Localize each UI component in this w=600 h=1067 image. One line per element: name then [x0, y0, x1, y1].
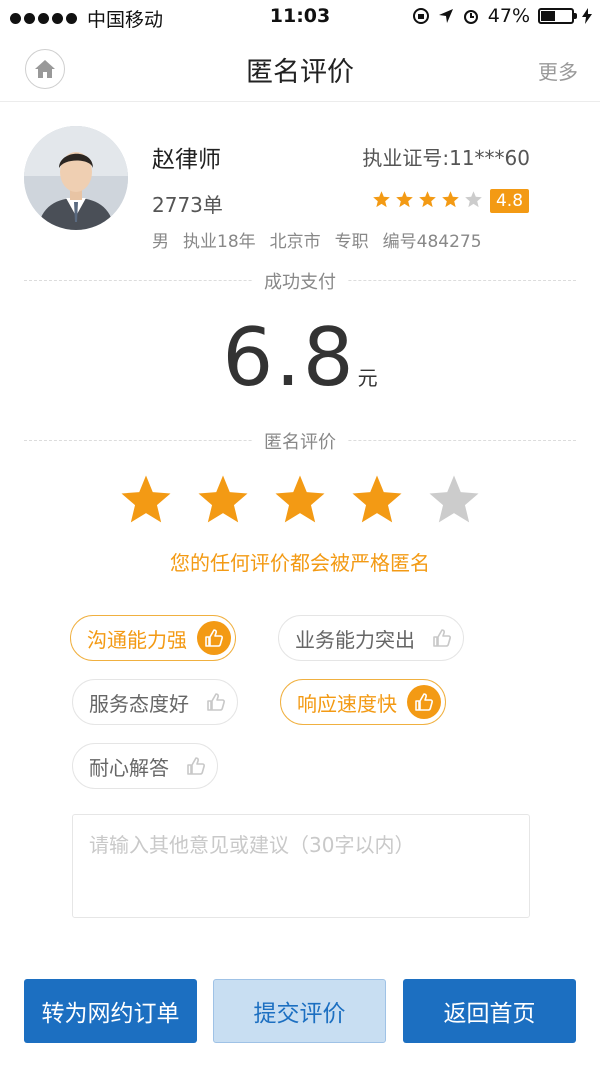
- anonymous-note: 您的任何评价都会被严格匿名: [170, 551, 430, 575]
- review-label: 匿名评价: [252, 428, 348, 454]
- more-button[interactable]: 更多: [538, 56, 578, 85]
- thumbs-up-icon: [179, 749, 213, 783]
- convert-order-button[interactable]: 转为网约订单: [24, 979, 197, 1043]
- status-bar: 中国移动 11:03 47%: [0, 0, 600, 34]
- tag-label: 业务能力突出: [295, 627, 415, 652]
- tag-expertise[interactable]: 业务能力突出: [278, 615, 464, 661]
- star-icon: [275, 475, 325, 523]
- amount-value: 6.8: [222, 311, 356, 404]
- tag-label: 耐心解答: [89, 755, 169, 780]
- charging-icon: [582, 8, 592, 24]
- lawyer-meta: 男 执业18年 北京市 专职 编号484275: [152, 227, 482, 252]
- tag-response-speed[interactable]: 响应速度快: [280, 679, 446, 725]
- star-icon: [429, 475, 479, 523]
- tag-communication[interactable]: 沟通能力强: [70, 615, 236, 661]
- payment-label: 成功支付: [252, 268, 348, 294]
- review-star-3[interactable]: [272, 472, 328, 528]
- lawyer-name: 赵律师: [152, 147, 221, 173]
- tag-patience[interactable]: 耐心解答: [72, 743, 218, 789]
- order-count: 2773单: [152, 193, 223, 217]
- star-icon: [198, 475, 248, 523]
- submit-review-button[interactable]: 提交评价: [213, 979, 386, 1043]
- review-star-selector: [118, 472, 482, 528]
- meta-id: 编号484275: [382, 232, 482, 252]
- payment-divider: 成功支付: [24, 268, 576, 294]
- location-icon: [438, 9, 453, 23]
- lawyer-rating-stars: [372, 190, 483, 209]
- lawyer-avatar: [24, 126, 128, 230]
- star-icon: [465, 191, 482, 208]
- license-number: 执业证号:11***60: [362, 146, 530, 170]
- tag-label: 沟通能力强: [87, 627, 187, 652]
- feedback-input[interactable]: [72, 814, 530, 918]
- tag-service-attitude[interactable]: 服务态度好: [72, 679, 238, 725]
- amount-unit: 元: [357, 366, 378, 390]
- meta-experience: 执业18年: [183, 232, 256, 252]
- star-icon: [419, 191, 436, 208]
- star-icon: [352, 475, 402, 523]
- battery-percent: 47%: [487, 5, 530, 27]
- battery-icon: [538, 8, 577, 24]
- rating-badge: 4.8: [490, 189, 529, 213]
- back-home-button[interactable]: 返回首页: [403, 979, 576, 1043]
- meta-gender: 男: [152, 232, 169, 252]
- star-icon: [442, 191, 459, 208]
- thumbs-up-icon: [425, 621, 459, 655]
- review-star-1[interactable]: [118, 472, 174, 528]
- meta-type: 专职: [334, 232, 369, 252]
- review-star-5[interactable]: [426, 472, 482, 528]
- rotation-lock-icon: [412, 8, 429, 24]
- payment-amount: 6.8 元: [0, 318, 600, 398]
- review-divider: 匿名评价: [24, 428, 576, 454]
- page-title: 匿名评价: [246, 57, 354, 88]
- review-star-2[interactable]: [195, 472, 251, 528]
- tag-label: 响应速度快: [297, 691, 397, 716]
- star-icon: [121, 475, 171, 523]
- alarm-icon: [463, 10, 478, 24]
- nav-bar: 匿名评价 更多: [0, 34, 600, 102]
- tag-label: 服务态度好: [89, 691, 189, 716]
- meta-city: 北京市: [269, 232, 321, 252]
- star-icon: [396, 191, 413, 208]
- thumbs-up-icon: [199, 685, 233, 719]
- review-star-4[interactable]: [349, 472, 405, 528]
- thumbs-up-icon: [197, 621, 231, 655]
- status-right: 47%: [412, 5, 592, 27]
- thumbs-up-icon: [407, 685, 441, 719]
- star-icon: [373, 191, 390, 208]
